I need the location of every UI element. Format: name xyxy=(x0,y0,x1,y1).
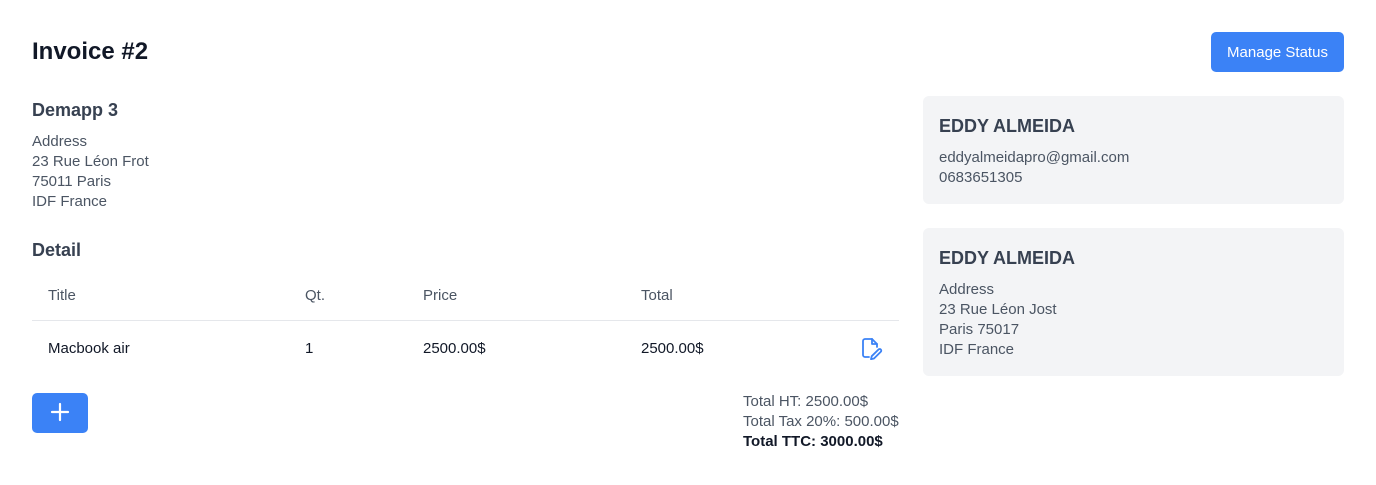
total-ht: Total HT: 2500.00$ xyxy=(743,393,869,410)
page-title: Invoice #2 xyxy=(32,38,149,65)
invoice-totals: Total HT: 2500.00$ Total Tax 20%: 500.00… xyxy=(743,392,903,452)
client-name: EDDY ALMEIDA xyxy=(939,116,1076,136)
row-title: Macbook air xyxy=(48,340,130,357)
row-total: 2500.00$ xyxy=(641,340,704,357)
table-row: Macbook air 1 2500.00$ 2500.00$ xyxy=(32,321,899,377)
column-header-price: Price xyxy=(423,287,458,304)
company-address-street: 23 Rue Léon Frot xyxy=(32,153,149,170)
table-header: Title Qt. Price Total xyxy=(32,272,899,321)
manage-status-button[interactable]: Manage Status xyxy=(1211,32,1344,72)
plus-icon xyxy=(50,402,70,425)
edit-document-icon[interactable] xyxy=(859,336,883,361)
company-address-region: IDF France xyxy=(32,193,108,210)
client-address-region: IDF France xyxy=(939,341,1015,358)
column-header-total: Total xyxy=(641,287,673,304)
column-header-title: Title xyxy=(48,287,76,304)
invoice-items-table: Title Qt. Price Total Macbook air 1 2500… xyxy=(32,272,899,377)
company-address-label: Address xyxy=(32,133,88,150)
client-phone: 0683651305 xyxy=(939,169,1023,186)
row-price: 2500.00$ xyxy=(423,340,486,357)
company-name: Demapp 3 xyxy=(32,100,119,120)
company-address-city: 75011 Paris xyxy=(32,173,111,190)
client-address-label: Address xyxy=(939,281,995,298)
client-address-name: EDDY ALMEIDA xyxy=(939,248,1076,268)
column-header-qty: Qt. xyxy=(305,287,326,304)
invoice-page: Invoice #2 Manage Status Demapp 3 Addres… xyxy=(0,0,1376,485)
detail-heading: Detail xyxy=(32,240,82,260)
add-item-button[interactable] xyxy=(32,393,88,433)
client-address-city: Paris 75017 xyxy=(939,321,1020,338)
client-contact-card: EDDY ALMEIDA eddyalmeidapro@gmail.com 06… xyxy=(923,96,1344,204)
client-address-card: EDDY ALMEIDA Address 23 Rue Léon Jost Pa… xyxy=(923,228,1344,376)
company-info: Demapp 3 Address 23 Rue Léon Frot 75011 … xyxy=(32,98,892,212)
row-qty: 1 xyxy=(305,340,314,357)
total-ttc: Total TTC: 3000.00$ xyxy=(743,433,883,450)
client-email: eddyalmeidapro@gmail.com xyxy=(939,149,1130,166)
client-address-street: 23 Rue Léon Jost xyxy=(939,301,1057,318)
total-tax: Total Tax 20%: 500.00$ xyxy=(743,413,899,430)
